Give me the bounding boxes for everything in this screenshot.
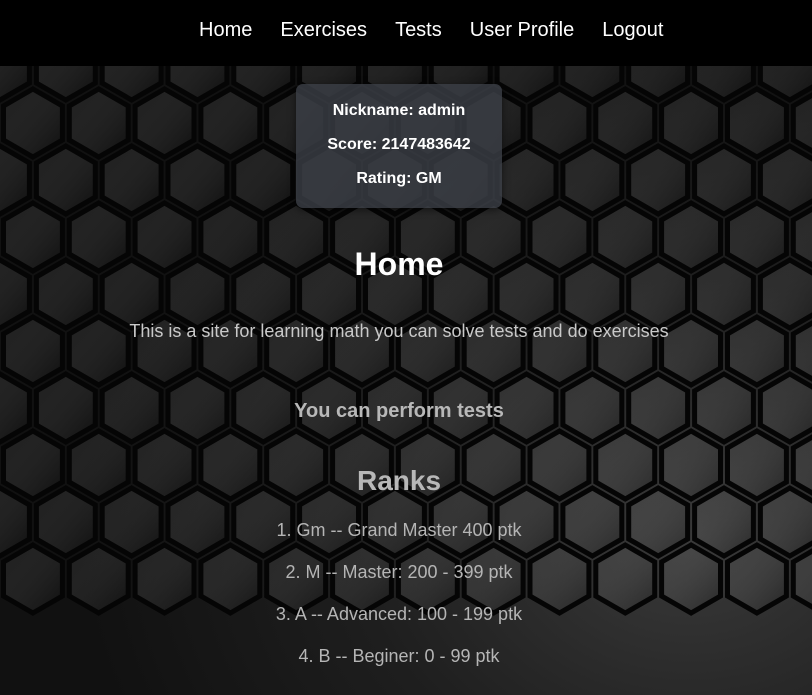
nickname-row: Nickname: admin — [296, 101, 502, 121]
nav-menu: Home Exercises Tests User Profile Logout — [185, 18, 677, 42]
top-navbar: Home Exercises Tests User Profile Logout — [0, 0, 812, 66]
score-value: 2147483642 — [381, 136, 471, 153]
rank-item-b: 4. B -- Beginer: 0 - 99 ptk — [298, 646, 500, 666]
nav-link-logout[interactable]: Logout — [588, 18, 677, 42]
nickname-label: Nickname: — [332, 102, 414, 119]
nav-link-user-profile[interactable]: User Profile — [456, 18, 588, 42]
rating-row: Rating: GM — [296, 169, 502, 189]
rank-item-m: 2. M -- Master: 200 - 399 ptk — [285, 562, 513, 582]
nav-link-home[interactable]: Home — [185, 18, 266, 42]
rating-value: GM — [415, 170, 442, 187]
user-info-card: Nickname: admin Score: 2147483642 Rating… — [296, 84, 502, 208]
tests-subheading: You can perform tests — [294, 400, 504, 422]
site-description: This is a site for learning math you can… — [129, 321, 669, 341]
score-label: Score: — [327, 136, 378, 153]
score-row: Score: 2147483642 — [296, 135, 502, 155]
ranks-heading: Ranks — [356, 465, 442, 496]
nickname-value: admin — [418, 102, 466, 119]
nav-link-tests[interactable]: Tests — [381, 18, 456, 42]
nav-link-exercises[interactable]: Exercises — [266, 18, 381, 42]
rating-label: Rating: — [356, 170, 412, 187]
rank-item-gm: 1. Gm -- Grand Master 400 ptk — [276, 520, 522, 540]
page-title: Home — [354, 246, 444, 282]
main-content: Nickname: admin Score: 2147483642 Rating… — [0, 66, 812, 695]
rank-item-a: 3. A -- Advanced: 100 - 199 ptk — [275, 604, 523, 624]
